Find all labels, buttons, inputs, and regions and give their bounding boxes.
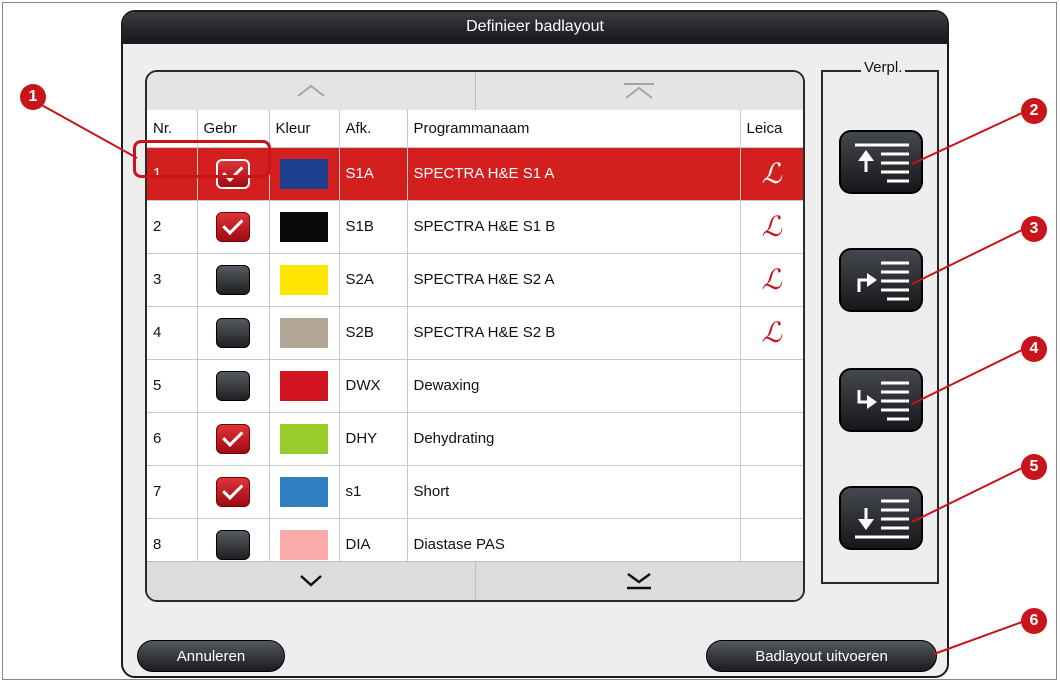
header-col-color: Kleur: [269, 110, 340, 148]
callout-6: 6: [1021, 608, 1047, 634]
move-to-top-button[interactable]: [839, 130, 923, 194]
scroll-to-top-button[interactable]: [474, 72, 804, 110]
chevron-down-icon: [299, 575, 322, 587]
callout-1: 1: [20, 84, 46, 110]
used-checkbox-checked[interactable]: [216, 423, 250, 454]
execute-layout-button[interactable]: Badlayout uitvoeren: [706, 640, 937, 672]
used-cell: [197, 253, 270, 307]
program-grid: Nr. Gebr Kleur Afk. Programmanaam Leica 1 S1A S…: [147, 110, 803, 572]
row-number: 5: [147, 359, 198, 413]
abbreviation: S2B: [339, 306, 408, 360]
color-cell: [269, 200, 340, 254]
used-checkbox-checked[interactable]: [216, 476, 250, 507]
leica-cell-empty: [740, 359, 803, 413]
abbreviation: S1A: [339, 147, 408, 201]
color-cell: [269, 253, 340, 307]
row-number: 7: [147, 465, 198, 519]
used-checkbox-checked[interactable]: [216, 211, 250, 242]
table-row[interactable]: 6 DHY Dehydrating: [147, 412, 803, 466]
color-swatch: [280, 423, 328, 454]
used-cell: [197, 465, 270, 519]
move-up-button[interactable]: [839, 248, 923, 312]
used-checkbox-unchecked[interactable]: [216, 370, 250, 401]
row-number: 4: [147, 306, 198, 360]
abbreviation: S2A: [339, 253, 408, 307]
header-col-name: Programmanaam: [407, 110, 741, 148]
program-name: Dewaxing: [407, 359, 741, 413]
row-number: 2: [147, 200, 198, 254]
program-name: SPECTRA H&E S2 B: [407, 306, 741, 360]
table-row[interactable]: 7 s1 Short: [147, 465, 803, 519]
move-panel-label: Verpl.: [861, 59, 906, 76]
color-cell: [269, 465, 340, 519]
dialog-title: Definieer badlayout: [123, 12, 947, 44]
program-name: SPECTRA H&E S2 A: [407, 253, 741, 307]
scroll-bottom-bar: [147, 561, 803, 600]
color-cell: [269, 412, 340, 466]
scroll-up-button[interactable]: [147, 72, 475, 110]
used-checkbox-unchecked[interactable]: [216, 529, 250, 560]
color-cell: [269, 359, 340, 413]
color-swatch: [280, 211, 328, 242]
move-to-bottom-icon: [855, 499, 909, 539]
callout-4: 4: [1021, 336, 1047, 362]
callout-5: 5: [1021, 454, 1047, 480]
leica-logo-icon: ℒ: [740, 147, 803, 201]
abbreviation: s1: [339, 465, 408, 519]
move-down-button[interactable]: [839, 368, 923, 432]
used-cell: [197, 359, 270, 413]
program-name: SPECTRA H&E S1 A: [407, 147, 741, 201]
color-swatch: [280, 529, 328, 560]
chevron-to-bottom-icon: [627, 572, 652, 590]
callout-2: 2: [1021, 98, 1047, 124]
color-cell: [269, 306, 340, 360]
color-swatch: [280, 317, 328, 348]
header-col-leica: Leica: [740, 110, 803, 148]
cancel-button[interactable]: Annuleren: [137, 640, 285, 672]
callout-3: 3: [1021, 216, 1047, 242]
scroll-top-bar: [147, 72, 803, 111]
used-cell: [197, 306, 270, 360]
program-name: Short: [407, 465, 741, 519]
used-checkbox-unchecked[interactable]: [216, 264, 250, 295]
scroll-down-button[interactable]: [147, 562, 475, 600]
table-row[interactable]: 5 DWX Dewaxing: [147, 359, 803, 413]
leica-logo-icon: ℒ: [740, 253, 803, 307]
color-swatch: [280, 476, 328, 507]
table-row[interactable]: 4 S2B SPECTRA H&E S2 Bℒ: [147, 306, 803, 360]
move-to-bottom-button[interactable]: [839, 486, 923, 550]
table-row[interactable]: 3 S2A SPECTRA H&E S2 Aℒ: [147, 253, 803, 307]
color-swatch: [280, 158, 328, 189]
scroll-to-bottom-button[interactable]: [474, 562, 804, 600]
color-swatch: [280, 264, 328, 295]
dialog-window: Definieer badlayout Nr. Gebr Kleur Afk. Prog…: [121, 10, 949, 678]
leica-logo-icon: ℒ: [740, 306, 803, 360]
leica-cell-empty: [740, 465, 803, 519]
move-up-icon: [857, 261, 909, 301]
table-row[interactable]: 2 S1B SPECTRA H&E S1 Bℒ: [147, 200, 803, 254]
row-number: 6: [147, 412, 198, 466]
leica-cell-empty: [740, 412, 803, 466]
program-name: Dehydrating: [407, 412, 741, 466]
move-to-top-icon: [855, 143, 909, 183]
abbreviation: DWX: [339, 359, 408, 413]
header-col-abbr: Afk.: [339, 110, 408, 148]
move-down-icon: [857, 381, 909, 421]
used-cell: [197, 412, 270, 466]
abbreviation: DHY: [339, 412, 408, 466]
used-cell: [197, 200, 270, 254]
used-checkbox-unchecked[interactable]: [216, 317, 250, 348]
highlight-box: [133, 140, 271, 178]
program-name: SPECTRA H&E S1 B: [407, 200, 741, 254]
color-cell: [269, 147, 340, 201]
table-body: 1 S1A SPECTRA H&E S1 A ℒ 2 S1B SPECTRA H&E S1 …: [147, 147, 803, 572]
chevron-up-icon: [297, 84, 325, 97]
row-number: 3: [147, 253, 198, 307]
chevron-to-top-icon: [624, 83, 655, 99]
abbreviation: S1B: [339, 200, 408, 254]
leica-logo-icon: ℒ: [740, 200, 803, 254]
color-swatch: [280, 370, 328, 401]
